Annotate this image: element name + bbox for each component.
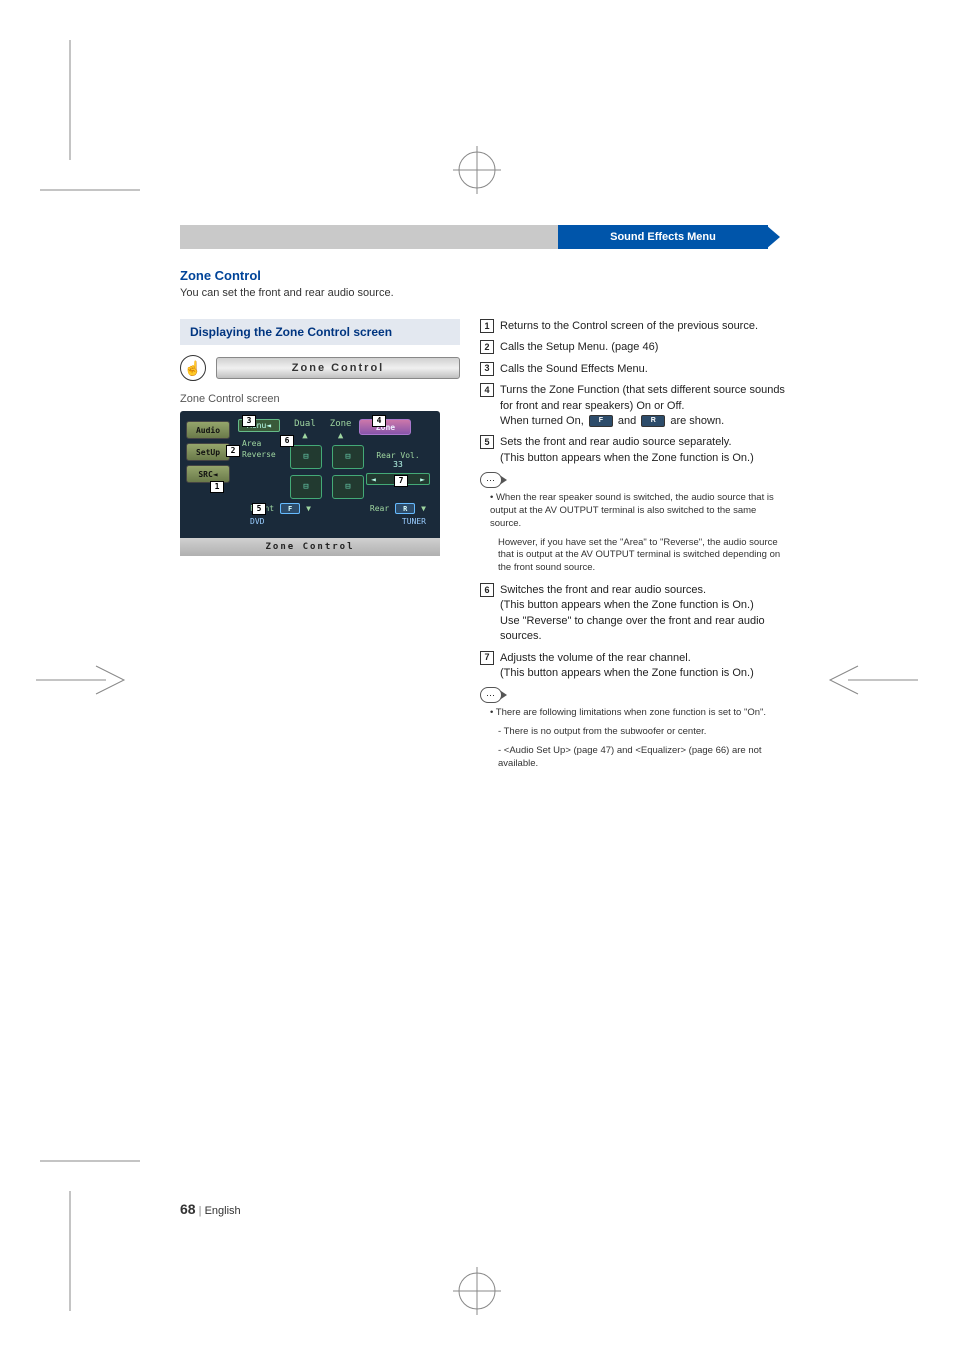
touch-icon: ☝ (180, 355, 206, 381)
num-3: 3 (480, 362, 494, 376)
num-7: 7 (480, 651, 494, 665)
ss-speaker-rr: ⊟ (332, 475, 364, 499)
ss-front-badge: F (280, 503, 300, 514)
num-5: 5 (480, 435, 494, 449)
num-1: 1 (480, 319, 494, 333)
ss-rear-badge: R (395, 503, 415, 514)
section-title: Zone Control (180, 268, 790, 283)
page: Sound Effects Menu Zone Control You can … (0, 0, 954, 1351)
num-6: 6 (480, 583, 494, 597)
badge-f: F (589, 415, 613, 427)
num-2: 2 (480, 340, 494, 354)
ss-zone-label: Zone (330, 419, 352, 429)
registration-mark-top (447, 140, 507, 200)
screen-label: Zone Control screen (180, 393, 460, 405)
page-number: 68 (180, 1201, 196, 1217)
left-column: Displaying the Zone Control screen ☝ Zon… (180, 319, 460, 777)
header-tab: Sound Effects Menu (558, 225, 768, 249)
note-1a: When the rear speaker sound is switched,… (490, 492, 790, 530)
callout-7: 7 (394, 475, 408, 487)
registration-mark-bottom (447, 1261, 507, 1321)
crop-mark-bl (40, 1141, 140, 1311)
ss-speaker-rl: ⊟ (290, 475, 322, 499)
ss-rear-label: Rear (370, 504, 389, 513)
ss-dual-label: Dual (294, 419, 316, 429)
zone-control-button[interactable]: Zone Control (216, 357, 460, 379)
ss-area-badge: Area (242, 439, 261, 448)
ss-footer: Zone Control (180, 538, 440, 556)
badge-r: R (641, 415, 665, 427)
ss-rear-vol-label: Rear Vol. (366, 451, 430, 460)
item-6-text: Switches the front and rear audio source… (500, 583, 790, 645)
header-band: Sound Effects Menu (180, 225, 780, 249)
note-2c: - <Audio Set Up> (page 47) and <Equalize… (498, 745, 790, 771)
item-7-text: Adjusts the volume of the rear channel. … (500, 651, 754, 682)
instruction-row: ☝ Zone Control (180, 355, 460, 381)
page-lang: English (205, 1205, 241, 1217)
note-2b: - There is no output from the subwoofer … (498, 726, 790, 739)
ss-reverse-label: Reverse (242, 450, 276, 459)
item-3-text: Calls the Sound Effects Menu. (500, 362, 648, 377)
gutter-mark-right (828, 660, 918, 705)
callout-5: 5 (252, 503, 266, 515)
zone-control-screenshot: Audio SetUp SRC◄ Menu◄ Dual▲ Zone▲ Zone … (180, 411, 440, 556)
ss-speaker-fl: ⊟ (290, 445, 322, 469)
crop-mark-tl (40, 40, 140, 210)
subpanel-title: Displaying the Zone Control screen (180, 319, 460, 345)
callout-6: 6 (280, 435, 294, 447)
item-2-text: Calls the Setup Menu. (page 46) (500, 340, 658, 355)
gutter-mark-left (36, 660, 126, 705)
note-1b: However, if you have set the "Area" to "… (498, 537, 790, 575)
section-desc: You can set the front and rear audio sou… (180, 287, 790, 299)
ss-audio-btn: Audio (186, 421, 230, 439)
note-2a: There are following limitations when zon… (490, 707, 790, 720)
num-4: 4 (480, 383, 494, 397)
right-column: 1 Returns to the Control screen of the pr… (480, 319, 790, 777)
callout-1: 1 (210, 481, 224, 493)
body: Zone Control You can set the front and r… (180, 268, 790, 777)
ss-rear-src: TUNER (402, 517, 426, 526)
item-1-text: Returns to the Control screen of the pre… (500, 319, 758, 334)
note-icon-2: ⋯ (480, 687, 502, 703)
ss-speaker-fr: ⊟ (332, 445, 364, 469)
page-footer: 68 | English (180, 1201, 241, 1217)
header-tab-arrow (766, 225, 780, 249)
note-icon-1: ⋯ (480, 472, 502, 488)
header-grey-strip (180, 225, 560, 249)
ss-rear-vol-value: 33 (366, 460, 430, 469)
ss-setup-btn: SetUp (186, 443, 230, 461)
callout-4: 4 (372, 415, 386, 427)
item-4-text: Turns the Zone Function (that sets diffe… (500, 383, 790, 429)
callout-2: 2 (226, 445, 240, 457)
ss-front-src: DVD (250, 517, 264, 526)
item-5-text: Sets the front and rear audio source sep… (500, 435, 754, 466)
callout-3: 3 (242, 415, 256, 427)
